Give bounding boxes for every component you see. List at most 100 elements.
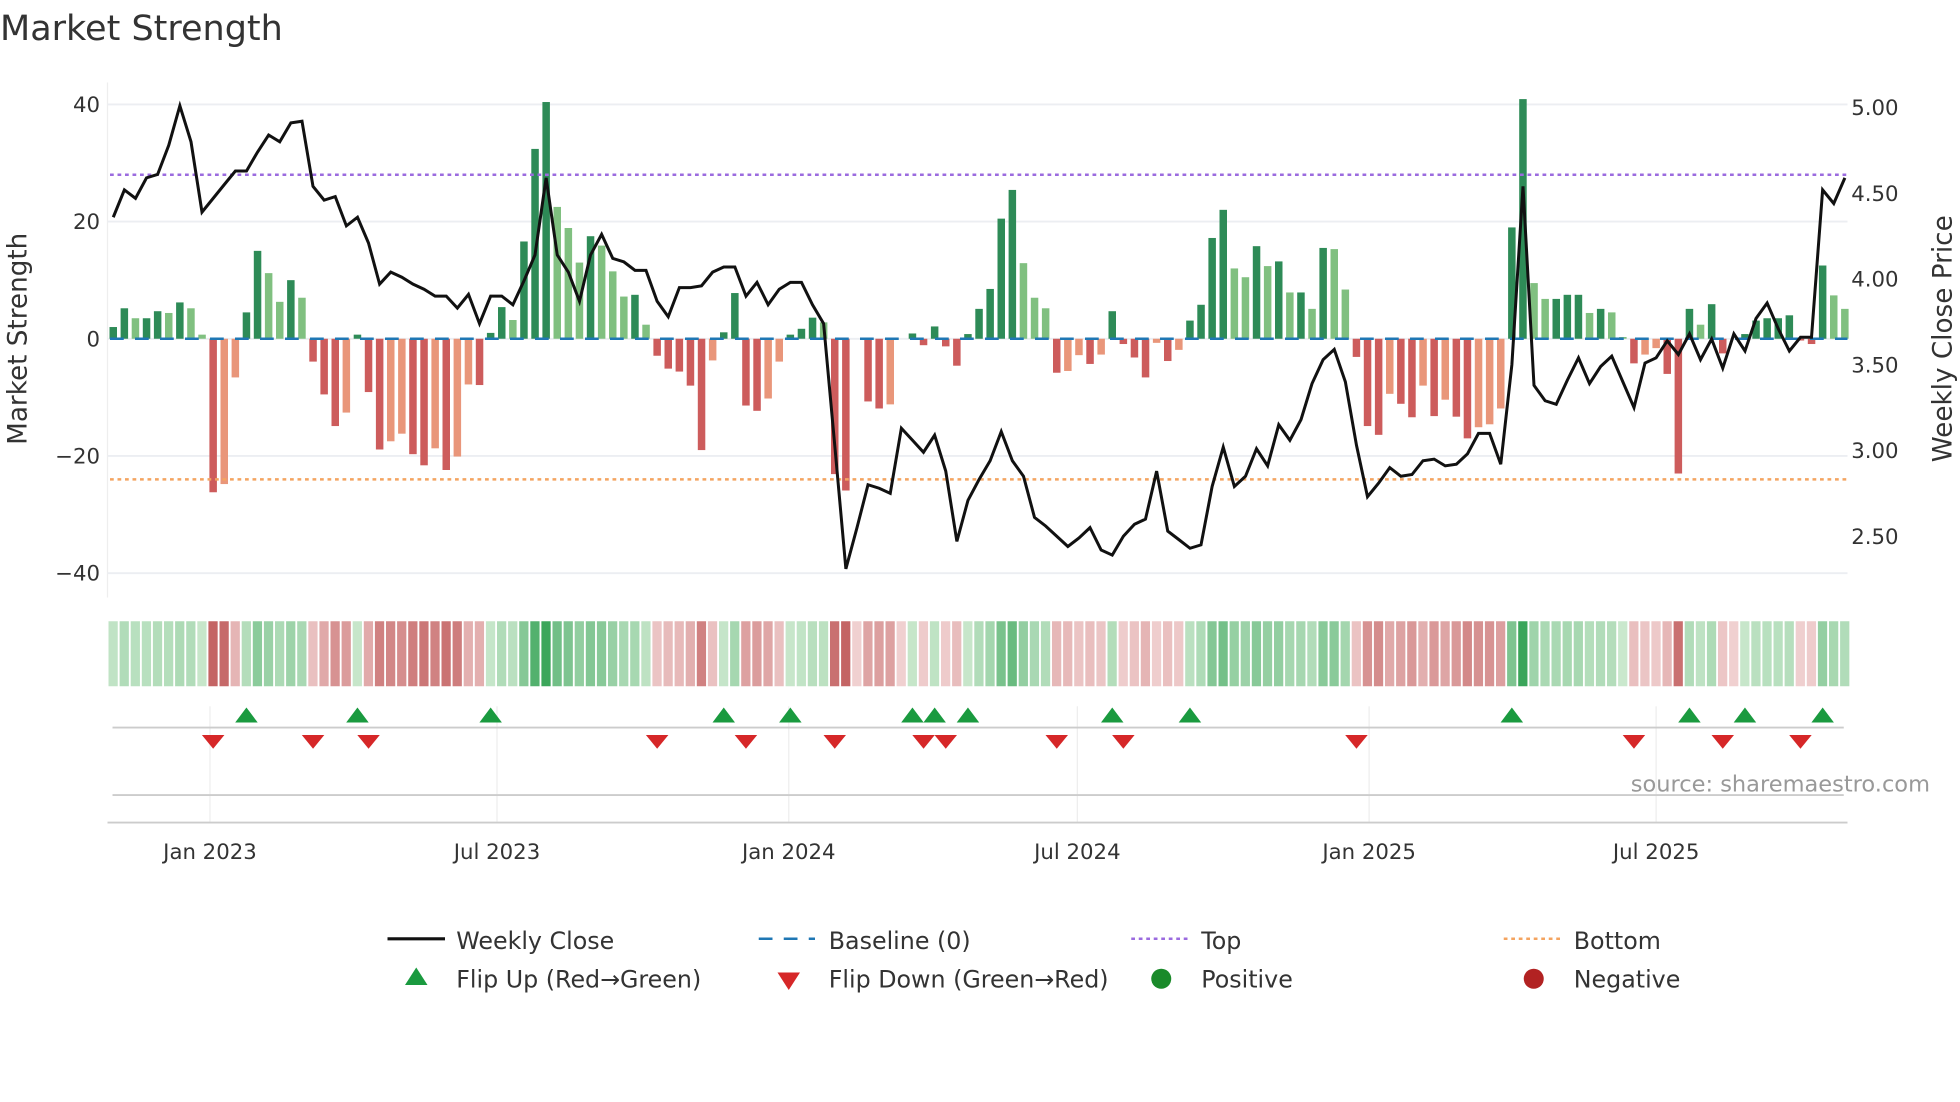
strength-bar [1175,338,1183,350]
strength-bar [1208,237,1216,339]
strip-cell [1440,621,1450,687]
strength-bar [320,338,328,395]
strip-cell [1029,621,1040,687]
strip-cell [397,621,407,687]
strip-cell [1706,621,1717,687]
strip-cell [874,621,884,687]
flip-down-marker [934,735,957,749]
strip-cell [164,621,174,687]
strip-cell [563,621,573,687]
strip-cell [1762,621,1772,687]
flip-down-marker [1045,735,1068,749]
strength-bar [198,334,206,339]
strip-cell [352,621,362,687]
strip-cell [1829,621,1839,687]
flip-down-marker [201,735,225,749]
strength-bar [1330,249,1338,339]
strip-cell [319,621,329,687]
strength-bar [276,301,284,339]
strip-cell [430,621,440,687]
strip-cell [275,621,285,687]
flip-up-triangle-icon [405,967,428,985]
strength-bar [1630,338,1638,364]
strength-bar [1452,338,1461,417]
x-tick-label: Jan 2023 [161,840,257,865]
strength-bar [1830,295,1838,339]
strength-bar [1097,338,1105,355]
flip-down-marker [1622,735,1646,749]
strip-cell [1651,621,1661,687]
strength-bar [131,318,140,339]
strip-cell [696,621,707,687]
flip-down-marker [301,735,325,749]
strip-cell [1718,621,1728,687]
flip-down-marker [1711,735,1734,749]
strip-cell [452,621,462,687]
strength-bar [975,308,983,339]
strip-cell [1473,621,1484,687]
strength-bar [1186,320,1194,339]
y2-tick-label: 3.00 [1851,439,1898,464]
strength-bar [1641,338,1649,355]
strip-cell [752,621,762,687]
flip-up-marker [1678,707,1701,723]
strength-bar [409,338,417,455]
flip-up-marker [779,707,802,723]
flip-up-marker [1811,707,1834,723]
strip-cell [807,621,818,687]
strip-cell [1662,621,1672,687]
strength-bar [242,312,251,339]
strip-cell [1418,621,1428,687]
strip-cell [641,621,651,687]
strength-bar [609,271,617,339]
strip-cell [1451,621,1461,687]
strength-bar [475,338,484,386]
strip-cell [685,621,695,687]
strip-cell [1806,621,1817,687]
y2-tick-label: 4.00 [1851,268,1898,293]
strip-cell [341,621,351,687]
strength-bar [1308,308,1316,339]
legend-bottom: Bottom [1574,927,1661,955]
strength-bar [642,324,650,339]
strip-cell [852,621,862,687]
strip-cell [674,621,684,687]
strip-cell [1673,621,1683,687]
strength-bar [842,338,850,491]
strip-cell [774,621,784,687]
strip-cell [1129,621,1139,687]
flip-down-marker [645,735,669,749]
strip-cell [230,621,240,687]
strip-cell [1840,621,1850,687]
strength-bar [309,338,317,362]
strip-cell [1218,621,1228,687]
strip-cell [1340,621,1350,687]
strength-bar [1219,209,1227,339]
strength-bar [1585,312,1594,339]
y2-tick-label: 3.50 [1851,353,1898,378]
strip-cell [608,621,618,687]
flip-up-marker [901,707,924,723]
strength-bar [1230,268,1239,339]
y-tick-label: 40 [73,93,100,118]
strength-bar [1197,304,1205,339]
strip-cell [508,621,518,687]
strength-bar [153,311,162,339]
strip-cell [1518,621,1528,687]
strip-cell [1107,621,1117,687]
strip-cell [1429,621,1439,687]
strength-bar [1596,308,1605,339]
strip-cell [1262,621,1273,687]
strength-bar [431,338,439,449]
strip-cell [485,621,496,687]
strip-cell [863,621,873,687]
strip-cell [963,621,973,687]
strip-cell [1063,621,1073,687]
strength-bar [1485,338,1494,425]
x-tick-label: Jul 2023 [452,840,540,865]
flip-up-marker [1500,707,1524,723]
strength-heat-strip [108,621,1850,687]
strip-cell [208,621,218,687]
strip-cell [1074,621,1084,687]
legend-top: Top [1200,927,1241,955]
